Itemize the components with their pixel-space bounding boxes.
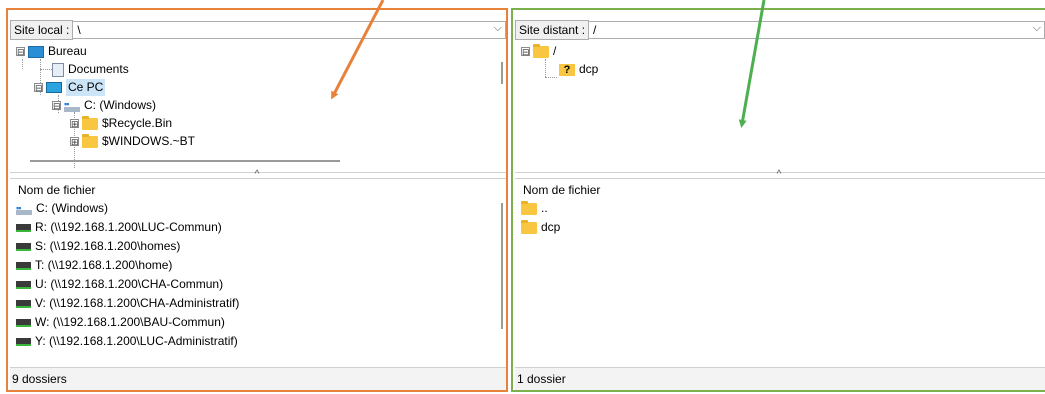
- list-vertical-scrollbar[interactable]: [501, 203, 503, 329]
- tree-item-label: C: (Windows): [84, 98, 157, 112]
- tree-item-label: $WINDOWS.~BT: [102, 134, 196, 148]
- remote-status-bar: 1 dossier: [515, 367, 1045, 390]
- network-drive-icon: [16, 242, 31, 251]
- tree-item-bureau[interactable]: ⊟ Bureau: [16, 43, 87, 60]
- tree-item-label: Ce PC: [66, 79, 106, 96]
- local-status-bar: 9 dossiers: [10, 367, 506, 390]
- list-item[interactable]: U: (\\192.168.1.200\CHA-Commun): [10, 275, 506, 294]
- desktop-icon: [28, 45, 44, 58]
- list-item[interactable]: Y: (\\192.168.1.200\LUC-Administratif): [10, 332, 506, 351]
- tree-item-label: $Recycle.Bin: [102, 116, 173, 130]
- folder-icon: [521, 219, 537, 234]
- local-site-label: Site local :: [10, 20, 74, 40]
- tree-item-label: /: [553, 44, 557, 58]
- tree-item-root[interactable]: ⊟ /: [521, 43, 556, 60]
- remote-path-bar: Site distant : ⌵: [515, 20, 1045, 40]
- drive-icon: [64, 96, 80, 113]
- collapse-icon[interactable]: ⊟: [16, 47, 25, 57]
- tree-horizontal-scrollbar[interactable]: [30, 160, 340, 162]
- folder-icon: [521, 200, 537, 215]
- remote-site-panel: Site distant : ⌵ ⊟ / ? dcp ^ Nom de fich…: [511, 8, 1045, 392]
- local-path-dropdown-icon[interactable]: ⌵: [494, 22, 502, 35]
- folder-icon: [533, 43, 549, 58]
- list-item[interactable]: W: (\\192.168.1.200\BAU-Commun): [10, 313, 506, 332]
- network-drive-icon: [16, 223, 31, 232]
- tree-item-label: Bureau: [48, 44, 87, 58]
- drive-icon: [16, 199, 32, 218]
- local-file-list[interactable]: Nom de fichier C: (Windows) R: (\\192.16…: [10, 178, 506, 377]
- local-path-input[interactable]: [73, 21, 506, 39]
- list-item[interactable]: T: (\\192.168.1.200\home): [10, 256, 506, 275]
- list-item[interactable]: dcp: [515, 218, 1045, 237]
- local-directory-tree[interactable]: ⊟ Bureau Documents ⊟ Ce PC ⊟ C: (Windows…: [10, 42, 506, 173]
- remote-site-label: Site distant :: [515, 20, 590, 40]
- collapse-icon[interactable]: ⊟: [52, 101, 61, 111]
- collapse-icon[interactable]: ⊟: [34, 83, 43, 93]
- remote-file-list[interactable]: Nom de fichier .. dcp: [515, 178, 1045, 377]
- document-icon: [52, 62, 64, 77]
- expand-icon[interactable]: ⊞: [70, 119, 79, 129]
- tree-item-documents[interactable]: Documents: [52, 61, 129, 78]
- list-item[interactable]: S: (\\192.168.1.200\homes): [10, 237, 506, 256]
- remote-directory-tree[interactable]: ⊟ / ? dcp: [515, 42, 1045, 173]
- tree-item-recycle-bin[interactable]: ⊞ $Recycle.Bin: [70, 115, 172, 132]
- column-header-filename[interactable]: Nom de fichier: [515, 179, 1045, 199]
- tree-item-ce-pc[interactable]: ⊟ Ce PC: [34, 79, 106, 96]
- network-drive-icon: [16, 261, 31, 270]
- expand-icon[interactable]: ⊞: [70, 137, 79, 147]
- remote-path-dropdown-icon[interactable]: ⌵: [1033, 22, 1041, 35]
- computer-icon: [46, 82, 62, 93]
- list-item[interactable]: ..: [515, 199, 1045, 218]
- unknown-folder-icon: ?: [559, 63, 575, 76]
- network-drive-icon: [16, 280, 31, 289]
- list-item[interactable]: C: (Windows): [10, 199, 506, 218]
- tree-item-label: Documents: [68, 62, 129, 76]
- collapse-icon[interactable]: ⊟: [521, 47, 530, 57]
- tree-vertical-scrollbar[interactable]: [501, 62, 503, 84]
- network-drive-icon: [16, 299, 31, 308]
- remote-path-input[interactable]: [589, 21, 1045, 39]
- folder-icon: [82, 115, 98, 130]
- tree-item-c-windows[interactable]: ⊟ C: (Windows): [52, 96, 157, 114]
- column-header-filename[interactable]: Nom de fichier: [10, 179, 506, 199]
- local-path-bar: Site local : ⌵: [10, 20, 506, 40]
- local-site-panel: Site local : ⌵ ⊟ Bureau Documents ⊟ Ce P…: [6, 8, 508, 392]
- folder-icon: [82, 133, 98, 148]
- list-item[interactable]: R: (\\192.168.1.200\LUC-Commun): [10, 218, 506, 237]
- network-drive-icon: [16, 318, 31, 327]
- tree-item-dcp[interactable]: ? dcp: [559, 61, 598, 78]
- list-item[interactable]: V: (\\192.168.1.200\CHA-Administratif): [10, 294, 506, 313]
- tree-item-label: dcp: [579, 62, 599, 76]
- network-drive-icon: [16, 337, 31, 346]
- tree-item-windows-bt[interactable]: ⊞ $WINDOWS.~BT: [70, 133, 195, 150]
